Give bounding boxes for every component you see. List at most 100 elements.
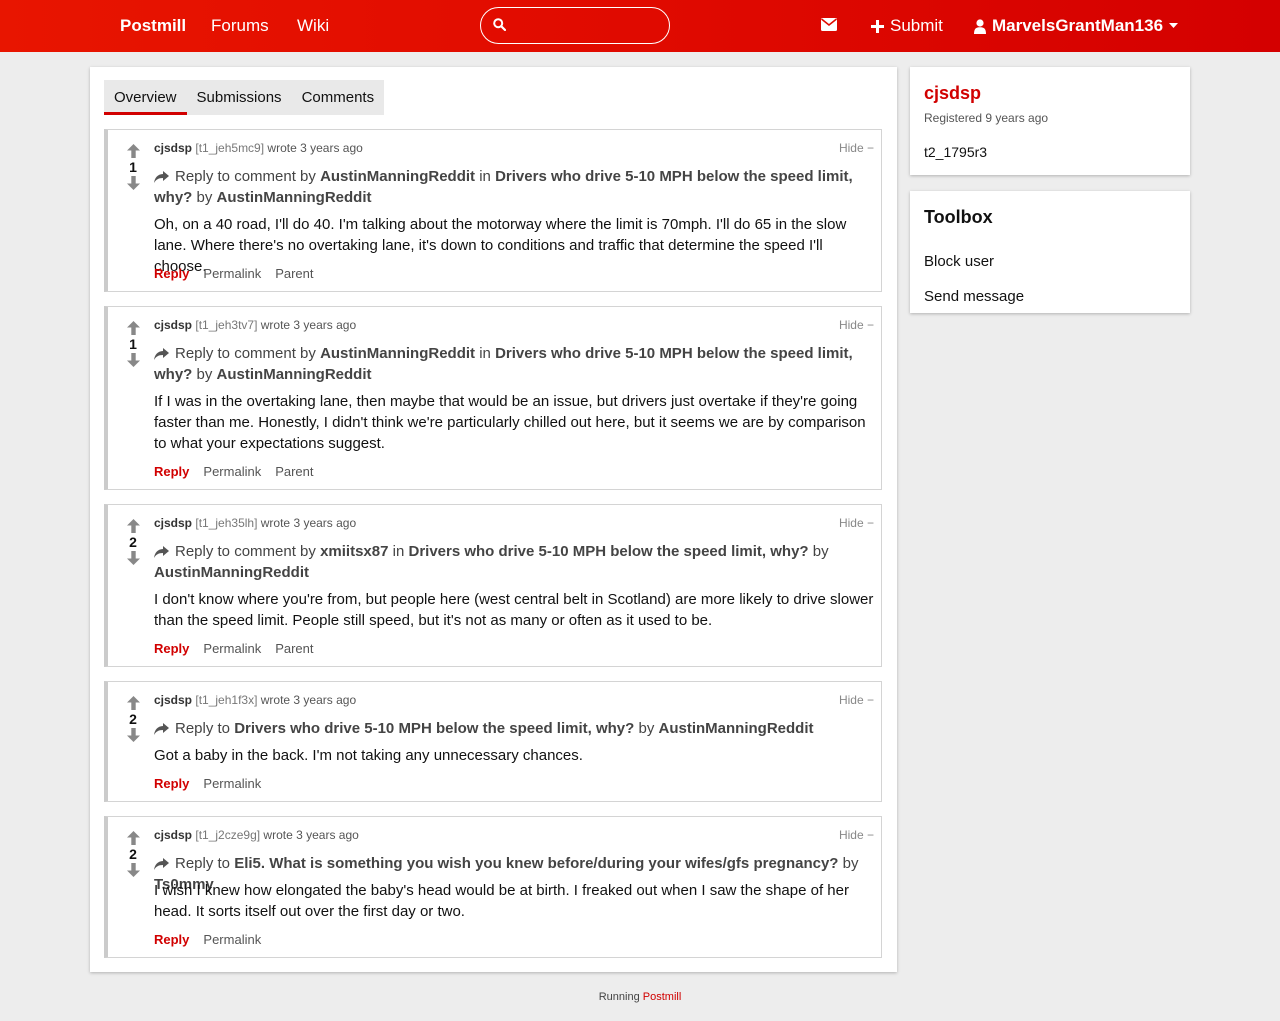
messages-button[interactable]	[821, 18, 837, 31]
reply-context-in: in	[479, 168, 491, 185]
comment-text: I don't know where you're from, but peop…	[154, 591, 874, 629]
hide-comment-button[interactable]: Hide −	[839, 693, 874, 707]
parent-author-link[interactable]: xmiitsx87	[320, 543, 388, 560]
user-info-card: cjsdsp Registered 9 years ago t2_1795r3	[910, 67, 1190, 175]
submission-author-link[interactable]: AustinManningReddit	[154, 564, 309, 581]
upvote-arrow-icon[interactable]	[126, 696, 140, 710]
footer-running-text: Running	[598, 991, 640, 1003]
search-input[interactable]	[515, 14, 655, 38]
reply-context: Reply to comment by AustinManningReddit …	[154, 343, 874, 385]
submit-button[interactable]: Submit	[871, 16, 943, 36]
reply-link[interactable]: Reply	[154, 266, 189, 281]
comment-score: 2	[129, 711, 137, 727]
submission-title-link[interactable]: Drivers who drive 5-10 MPH below the spe…	[234, 720, 634, 737]
parent-link[interactable]: Parent	[275, 641, 313, 656]
user-menu[interactable]: MarvelsGrantMan136	[974, 16, 1179, 36]
downvote-arrow-icon[interactable]	[126, 353, 140, 367]
reply-link[interactable]: Reply	[154, 464, 189, 479]
comment-item: 2 cjsdsp [t1_jeh35lh] wrote 3 years ago …	[104, 504, 882, 667]
comment-score: 1	[129, 159, 137, 175]
comment-author-link[interactable]: cjsdsp	[154, 141, 192, 155]
vote-box: 2	[122, 831, 144, 877]
sidebar-username[interactable]: cjsdsp	[924, 83, 981, 104]
user-overview-panel: Overview Submissions Comments 1 cjsdsp […	[90, 67, 897, 972]
reply-arrow-icon	[154, 348, 169, 360]
downvote-arrow-icon[interactable]	[126, 551, 140, 565]
downvote-arrow-icon[interactable]	[126, 863, 140, 877]
reply-arrow-icon	[154, 546, 169, 558]
nav-wiki-link[interactable]: Wiki	[297, 16, 329, 36]
hide-comment-button[interactable]: Hide −	[839, 141, 874, 155]
permalink-link[interactable]: Permalink	[203, 776, 261, 791]
downvote-arrow-icon[interactable]	[126, 176, 140, 190]
permalink-link[interactable]: Permalink	[203, 932, 261, 947]
submission-author-link[interactable]: AustinManningReddit	[217, 366, 372, 383]
comment-author-link[interactable]: cjsdsp	[154, 828, 192, 842]
comment-meta: cjsdsp [t1_jeh1f3x] wrote 3 years ago	[154, 693, 356, 707]
submission-author-link[interactable]: AustinManningReddit	[659, 720, 814, 737]
vote-box: 1	[122, 144, 144, 190]
vote-box: 2	[122, 519, 144, 565]
block-user-link[interactable]: Block user	[924, 253, 994, 270]
search-box[interactable]	[480, 7, 670, 44]
comment-meta: cjsdsp [t1_jeh3tv7] wrote 3 years ago	[154, 318, 356, 332]
footer-postmill-link[interactable]: Postmill	[643, 991, 682, 1003]
vote-box: 2	[122, 696, 144, 742]
submit-label: Submit	[890, 16, 943, 35]
comment-actions: Reply Permalink	[154, 776, 261, 791]
reply-arrow-icon	[154, 858, 169, 870]
reply-context-by: by	[196, 366, 213, 383]
upvote-arrow-icon[interactable]	[126, 144, 140, 158]
reply-context-in: in	[392, 543, 405, 560]
permalink-link[interactable]: Permalink	[203, 266, 261, 281]
reply-context-by: by	[196, 189, 213, 206]
parent-link[interactable]: Parent	[275, 464, 313, 479]
tab-overview[interactable]: Overview	[104, 80, 187, 115]
upvote-arrow-icon[interactable]	[126, 831, 140, 845]
submission-author-link[interactable]: AustinManningReddit	[217, 189, 372, 206]
downvote-arrow-icon[interactable]	[126, 728, 140, 742]
reply-link[interactable]: Reply	[154, 641, 189, 656]
submission-title-link[interactable]: Eli5. What is something you wish you kne…	[234, 855, 838, 872]
upvote-arrow-icon[interactable]	[126, 519, 140, 533]
hide-comment-button[interactable]: Hide −	[839, 516, 874, 530]
search-icon	[493, 18, 506, 31]
comment-id: [t1_jeh35lh]	[195, 516, 258, 530]
comment-meta: cjsdsp [t1_jeh35lh] wrote 3 years ago	[154, 516, 356, 530]
comment-actions: Reply Permalink	[154, 932, 261, 947]
comment-author-link[interactable]: cjsdsp	[154, 693, 192, 707]
send-message-link[interactable]: Send message	[924, 288, 1024, 305]
comment-item: 1 cjsdsp [t1_jeh5mc9] wrote 3 years ago …	[104, 129, 882, 292]
parent-author-link[interactable]: AustinManningReddit	[320, 345, 475, 362]
comment-time: wrote 3 years ago	[260, 318, 357, 332]
reply-arrow-icon	[154, 723, 169, 735]
reply-context-by: by	[638, 720, 655, 737]
reply-link[interactable]: Reply	[154, 776, 189, 791]
reply-link[interactable]: Reply	[154, 932, 189, 947]
permalink-link[interactable]: Permalink	[203, 464, 261, 479]
reply-context-text: Reply to comment by	[175, 345, 316, 362]
submission-title-link[interactable]: Drivers who drive 5-10 MPH below the spe…	[408, 543, 808, 560]
comment-id: [t1_jeh1f3x]	[195, 693, 258, 707]
brand-link[interactable]: Postmill	[120, 16, 186, 36]
comment-time: wrote 3 years ago	[260, 693, 357, 707]
nav-forums-link[interactable]: Forums	[211, 16, 269, 36]
hide-comment-button[interactable]: Hide −	[839, 828, 874, 842]
comment-author-link[interactable]: cjsdsp	[154, 516, 192, 530]
parent-link[interactable]: Parent	[275, 266, 313, 281]
permalink-link[interactable]: Permalink	[203, 641, 261, 656]
caret-down-icon	[1169, 23, 1179, 28]
user-icon	[974, 18, 986, 34]
comment-time: wrote 3 years ago	[263, 828, 359, 842]
comment-actions: Reply Permalink Parent	[154, 641, 314, 656]
parent-author-link[interactable]: AustinManningReddit	[320, 168, 475, 185]
hide-comment-button[interactable]: Hide −	[839, 318, 874, 332]
reply-arrow-icon	[154, 171, 169, 183]
reply-context-text: Reply to	[175, 720, 231, 737]
tab-submissions[interactable]: Submissions	[187, 80, 292, 115]
vote-box: 1	[122, 321, 144, 367]
tab-comments[interactable]: Comments	[292, 80, 385, 115]
upvote-arrow-icon[interactable]	[126, 321, 140, 335]
reply-context-by: by	[812, 543, 829, 560]
comment-author-link[interactable]: cjsdsp	[154, 318, 192, 332]
